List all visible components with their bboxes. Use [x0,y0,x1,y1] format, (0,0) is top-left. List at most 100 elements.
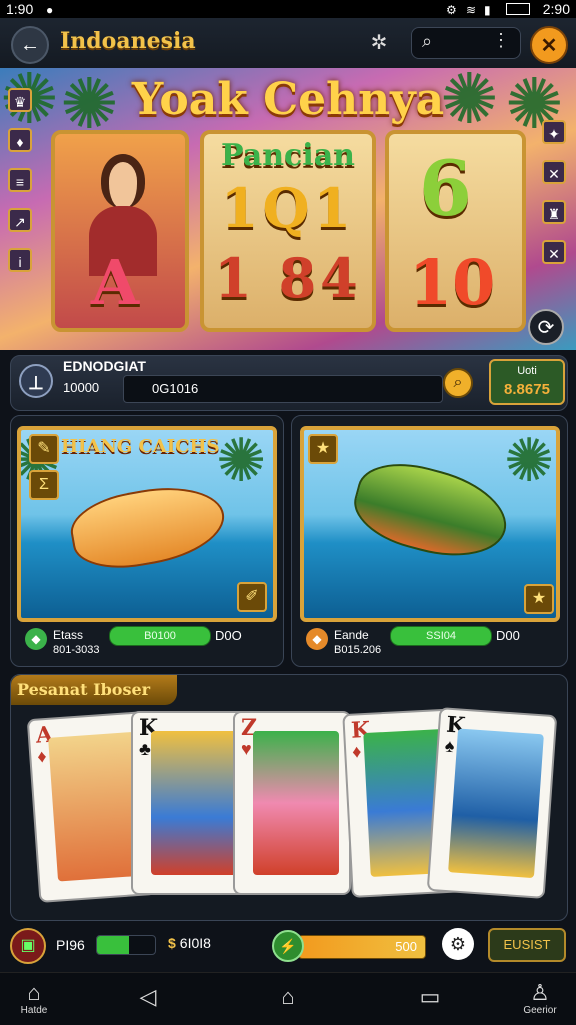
list-icon[interactable]: ≡ [8,168,32,192]
clock-right: 2:90 [542,1,570,17]
coin-icon: $ [168,935,176,951]
nav-home-button[interactable]: ⌂ [258,985,318,1009]
bottom-controls: ▣ PI96 $6I0I8 500 ⚡ ⚙ EUSIST [10,926,566,966]
game-sub: 801-3033 [53,644,100,656]
more-icon[interactable]: ⋮ [492,30,510,51]
game-thumbnail[interactable]: ✺ ★ ★ [300,426,560,622]
reel-title: Pancian [221,138,355,173]
playing-card[interactable]: Z ♥ [233,711,351,895]
reel-symbol-6: 6 [419,144,472,233]
top-bar: ← Indoanesia ✲ ⌕ ⋮ ✕ [0,18,576,69]
nav-bar: ⌂ Hatde ◁ ⌂ ▭ ♙ Geerior [0,972,576,1025]
wallet-icon: ▣ [20,937,36,954]
win-value: 8.8675 [504,381,550,398]
battery-icon [506,3,530,15]
mascot-icon[interactable]: ✲ [366,30,392,56]
left-side-menu: ♛ ♦ ≡ ↗ i [8,88,34,288]
spin-button[interactable]: EUSIST [488,928,566,962]
reel-symbol-a: A [91,246,140,319]
coin-balance: $6I0I8 [168,935,211,951]
settings-button[interactable]: ⚙ [442,928,474,960]
balance-bar: ⊥ EDNODGIAT 10000 0G1016 ⌕ Uoti 8.8675 [10,355,568,411]
playing-card[interactable]: K ♣ [131,711,249,895]
palm-icon: ✺ [216,427,267,494]
reel-right: 6 10 [385,130,526,332]
cards-title: Pesanat Iboser [11,675,177,705]
avatar[interactable]: ⊥ [19,364,53,398]
game-stats: ◆ Eande SSI04 D00 B015.206 [304,626,554,662]
back-button[interactable]: ← [11,26,49,64]
reel-row-1: 1Q1 [220,176,356,240]
game-progress: B0100 [109,626,211,646]
player-value: 10000 [63,380,100,395]
nav-recents[interactable]: ▭ [400,985,460,1009]
refresh-icon[interactable]: ⟳ [528,309,564,345]
level-progress [96,935,156,955]
alarm-icon: ⚙ [446,3,457,17]
star-icon[interactable]: ✦ [542,120,566,144]
game-name: Etass [53,628,84,642]
energy-value: 500 [395,939,417,954]
info-icon[interactable]: i [8,248,32,272]
coin-icon: ◆ [25,628,47,650]
energy-bar: 500 [298,935,426,959]
player-name: EDNODGIAT [63,358,146,374]
nav-profile[interactable]: ♙ Geerior [510,981,570,1017]
bonus-icon: Σ [29,470,59,500]
palm-icon: ✺ [504,427,555,494]
star-icon[interactable]: ★ [524,584,554,614]
page-title: Indoanesia [60,28,196,54]
card-art [151,731,237,875]
game-count: D00 [496,628,520,643]
balance-value: 0G1016 [152,381,199,396]
balance-field[interactable]: 0G1016 [123,375,443,403]
cards-panel: Pesanat Iboser A ♦ K ♣ Z ♥ K ♦ K ♠ [10,674,568,921]
slot-banner: ✺ ✺ ✺ ✺ Yoak Cehnya A Pancian 1Q1 1 84 6… [0,68,576,350]
back-arrow-icon: ← [20,33,40,56]
bonus-icon[interactable]: ✕ [542,160,566,184]
card-suit: ♠ [444,735,456,757]
game-card-left[interactable]: ✺ ✺ HIANG CAICHS ✎ Σ ✐ ◆ Etass B0100 D0O… [10,415,284,667]
home-outline-icon: ⌂ [281,984,295,1009]
wifi-icon: ≋ [466,3,477,17]
reel-row-2: 1 84 [214,246,362,310]
close-button[interactable]: ✕ [530,26,568,64]
game-progress: SSI04 [390,626,492,646]
wallet-button[interactable]: ▣ [10,928,46,964]
card-art [48,731,144,882]
star-icon: ★ [308,434,338,464]
gift-icon[interactable]: ♦ [8,128,32,152]
level-progress-fill [97,936,129,954]
reel-symbol-10: 10 [409,246,496,319]
card-suit: ♦ [36,746,48,767]
close-icon: ✕ [540,34,558,57]
game-title: HIANG CAICHS [61,436,220,457]
tool-icon[interactable]: ✐ [237,582,267,612]
card-suit: ♥ [241,739,252,759]
level-label: PI96 [56,937,85,953]
search-field[interactable]: ⌕ ⋮ [411,27,521,59]
fish-figure [346,451,516,571]
nav-home[interactable]: ⌂ Hatde [4,980,64,1017]
search-button[interactable]: ⌕ [443,368,473,398]
bolt-icon: ⚡ [279,938,297,954]
home-icon: ⌂ [27,980,41,1005]
game-sub: B015.206 [334,644,382,656]
nav-back[interactable]: ◁ [118,985,178,1009]
trophy-icon[interactable]: ♛ [8,88,32,112]
cross-icon[interactable]: ✕ [542,240,566,264]
energy-button[interactable]: ⚡ [272,930,304,962]
rank-icon[interactable]: ♜ [542,200,566,224]
game-thumbnail[interactable]: ✺ ✺ HIANG CAICHS ✎ Σ ✐ [17,426,277,622]
card-suit: ♣ [139,739,151,759]
nav-home-label: Hatde [20,1005,48,1016]
reel-left: A [51,130,189,332]
status-bar: 1:90 ● ⚙ ≋ ▮ 2:90 [0,0,576,18]
playing-card[interactable]: K ♠ [426,707,558,899]
win-box[interactable]: Uoti 8.8675 [489,359,565,405]
game-stats: ◆ Etass B0100 D0O 801-3033 [23,626,273,662]
recents-icon: ▭ [419,984,441,1009]
card-art [448,728,544,879]
game-card-right[interactable]: ✺ ★ ★ ◆ Eande SSI04 D00 B015.206 [291,415,568,667]
chart-icon[interactable]: ↗ [8,208,32,232]
